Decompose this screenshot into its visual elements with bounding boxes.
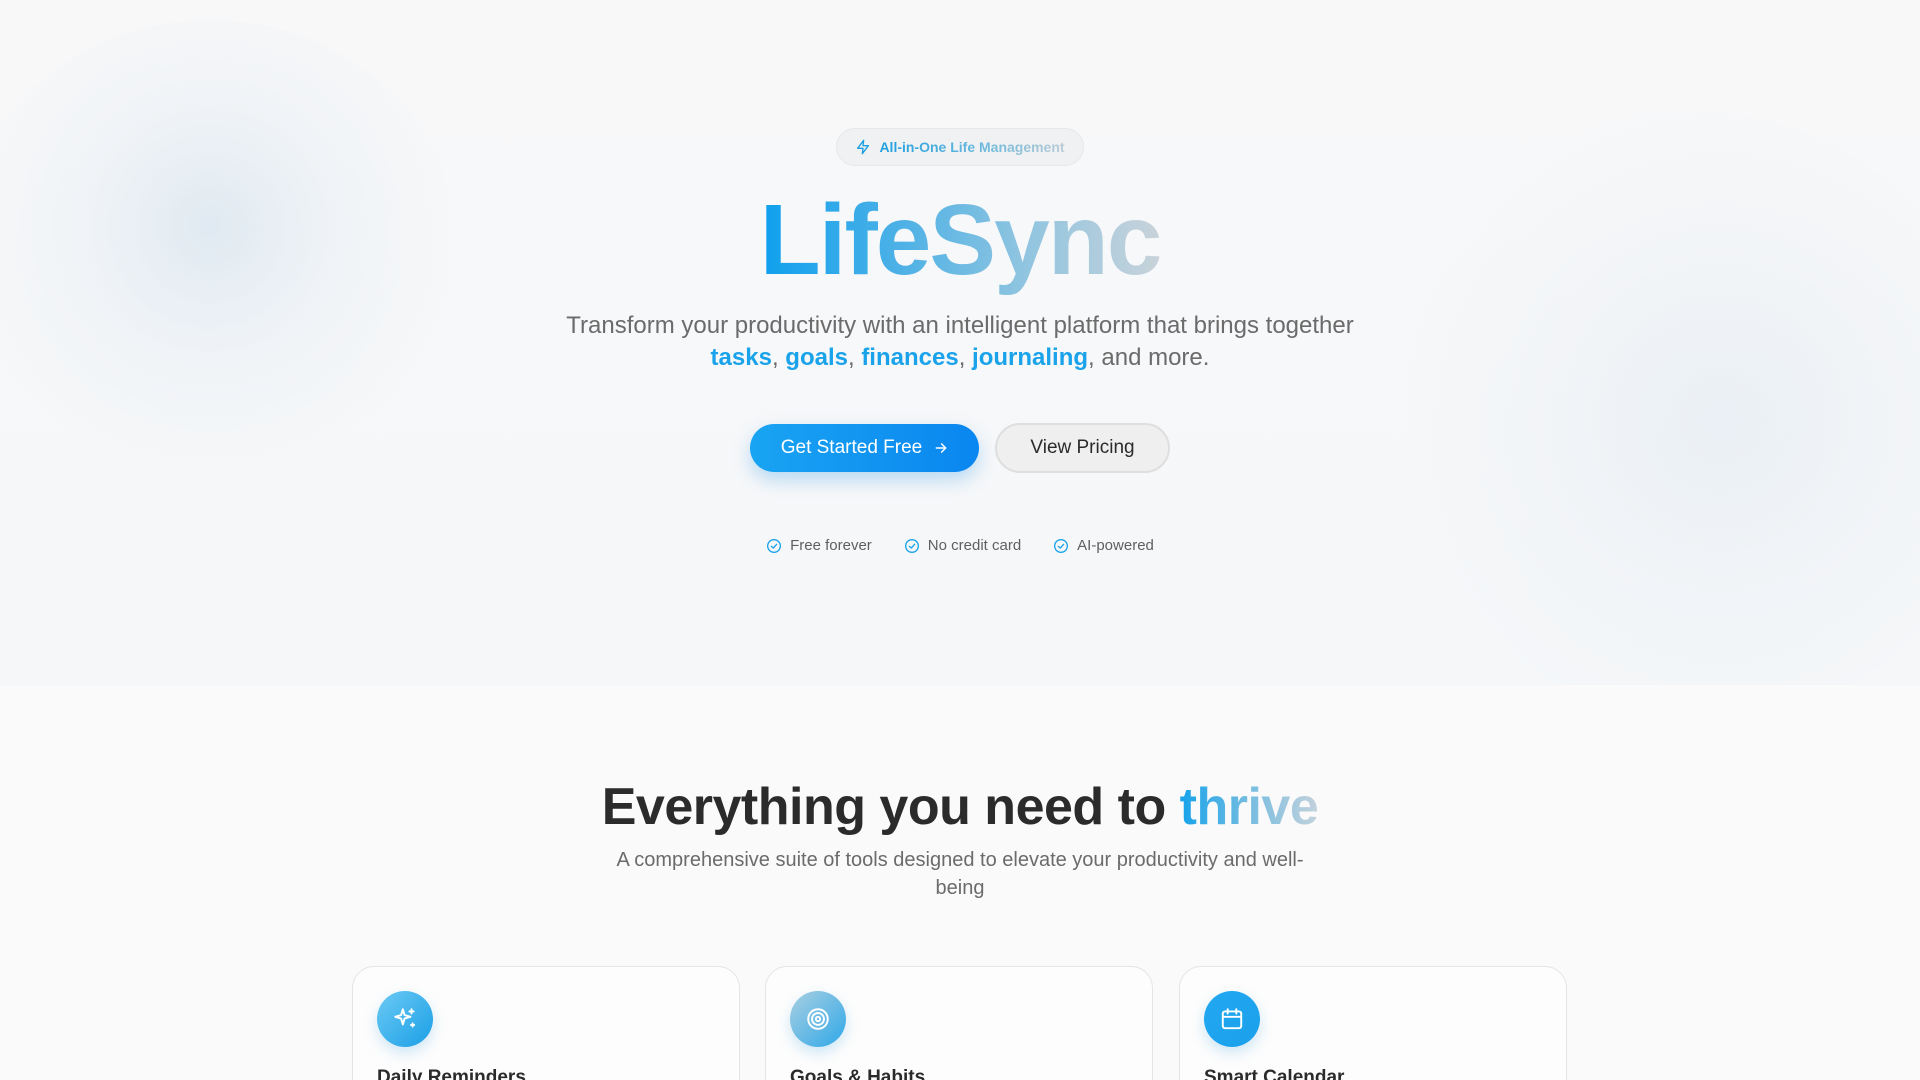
check-circle-icon [767, 538, 782, 553]
perk-item: Free forever [766, 537, 872, 554]
get-started-label: Get Started Free [780, 437, 923, 458]
tagline-highlight-finances: finances [861, 344, 959, 371]
feature-card-title: Daily Reminders [377, 1067, 526, 1080]
hero-section: All-in-One Life Management LifeSync Tran… [0, 0, 1920, 685]
arrow-right-icon [934, 441, 948, 455]
tagline-prefix: Transform your productivity with an inte… [566, 312, 1354, 339]
badge-label: All-in-One Life Management [879, 139, 1065, 155]
features-subtitle: A comprehensive suite of tools designed … [616, 849, 1304, 899]
target-icon [790, 991, 846, 1047]
check-circle-icon [904, 538, 919, 553]
sparkles-icon [377, 991, 433, 1047]
view-pricing-label: View Pricing [1030, 437, 1135, 458]
perk-label: AI-powered [1077, 537, 1154, 554]
features-heading-accent: thrive [1179, 778, 1319, 836]
tagline-separator: , [958, 344, 973, 371]
brand-title: LifeSync [0, 182, 1920, 298]
perks-list: Free forever No credit card AI-powered [0, 537, 1920, 554]
hero-tagline: Transform your productivity with an inte… [560, 310, 1360, 374]
perk-label: No credit card [927, 537, 1022, 554]
check-circle-icon [1054, 538, 1069, 553]
feature-card-goals-habits[interactable]: Goals & Habits [765, 966, 1153, 1080]
feature-card-smart-calendar[interactable]: Smart Calendar [1179, 966, 1567, 1080]
perk-item: AI-powered [1053, 537, 1154, 554]
brand-name: LifeSync [759, 184, 1163, 296]
features-heading-prefix: Everything you need to [601, 778, 1180, 836]
tagline-highlight-tasks: tasks [710, 344, 772, 371]
feature-card-title: Smart Calendar [1204, 1067, 1345, 1080]
lightning-icon [855, 139, 871, 155]
tagline-suffix: , and more. [1088, 344, 1210, 371]
perk-label: Free forever [790, 537, 872, 554]
category-badge: All-in-One Life Management [836, 128, 1084, 166]
tagline-separator: , [771, 344, 786, 371]
feature-card-title: Goals & Habits [790, 1067, 926, 1080]
view-pricing-button[interactable]: View Pricing [995, 423, 1170, 473]
tagline-highlight-goals: goals [785, 344, 848, 371]
tagline-separator: , [847, 344, 862, 371]
perk-item: No credit card [904, 537, 1021, 554]
tagline-highlight-journaling: journaling [972, 344, 1089, 371]
calendar-icon [1204, 991, 1260, 1047]
feature-card-daily-reminders[interactable]: Daily Reminders [352, 966, 740, 1080]
get-started-button[interactable]: Get Started Free [750, 424, 979, 472]
features-heading: Everything you need to thrive [0, 776, 1920, 838]
